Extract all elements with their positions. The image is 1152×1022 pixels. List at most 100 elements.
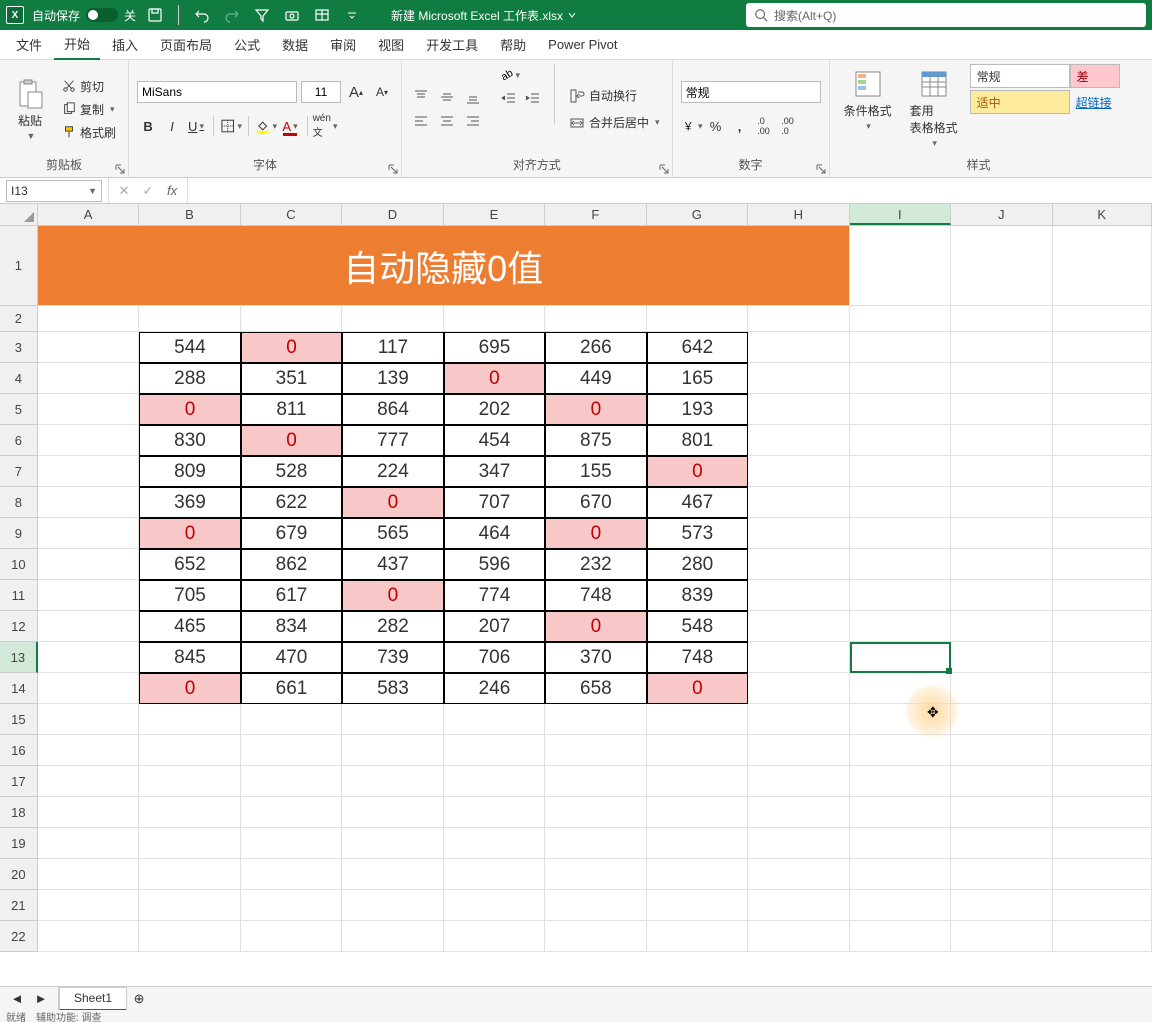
cell[interactable] bbox=[38, 921, 139, 952]
cell[interactable] bbox=[1053, 797, 1152, 828]
font-name-input[interactable] bbox=[137, 81, 297, 103]
cell[interactable] bbox=[647, 890, 748, 921]
col-header-D[interactable]: D bbox=[342, 204, 443, 225]
cell[interactable] bbox=[444, 766, 545, 797]
tab-插入[interactable]: 插入 bbox=[102, 30, 148, 60]
cell[interactable]: 661 bbox=[241, 673, 342, 704]
cell[interactable]: 0 bbox=[545, 518, 646, 549]
tab-帮助[interactable]: 帮助 bbox=[490, 30, 536, 60]
col-header-C[interactable]: C bbox=[241, 204, 342, 225]
tab-页面布局[interactable]: 页面布局 bbox=[150, 30, 222, 60]
col-header-G[interactable]: G bbox=[647, 204, 748, 225]
cell[interactable]: 0 bbox=[342, 487, 443, 518]
row-header-15[interactable]: 15 bbox=[0, 704, 38, 735]
cell[interactable] bbox=[951, 890, 1052, 921]
cell[interactable]: 155 bbox=[545, 456, 646, 487]
formula-input[interactable] bbox=[188, 178, 1152, 203]
underline-button[interactable]: U▾ bbox=[185, 115, 207, 137]
cell[interactable]: 596 bbox=[444, 549, 545, 580]
cell[interactable] bbox=[1053, 549, 1152, 580]
align-right-icon[interactable] bbox=[462, 110, 484, 132]
col-header-K[interactable]: K bbox=[1053, 204, 1152, 225]
dialog-launcher-icon[interactable] bbox=[388, 164, 398, 174]
table-format-button[interactable]: 套用 表格格式▾ bbox=[904, 64, 964, 154]
row-header-7[interactable]: 7 bbox=[0, 456, 38, 487]
increase-font-icon[interactable]: A▴ bbox=[345, 81, 367, 103]
col-header-J[interactable]: J bbox=[951, 204, 1052, 225]
cell[interactable] bbox=[1053, 580, 1152, 611]
cell[interactable] bbox=[1053, 226, 1152, 306]
cell[interactable] bbox=[1053, 766, 1152, 797]
cell[interactable] bbox=[444, 735, 545, 766]
cell[interactable]: 246 bbox=[444, 673, 545, 704]
row-header-2[interactable]: 2 bbox=[0, 306, 38, 332]
cell[interactable] bbox=[748, 363, 849, 394]
cell[interactable] bbox=[850, 766, 951, 797]
cell[interactable] bbox=[241, 766, 342, 797]
cell[interactable] bbox=[748, 673, 849, 704]
row-header-1[interactable]: 1 bbox=[0, 226, 38, 306]
cell[interactable] bbox=[748, 704, 849, 735]
cell[interactable] bbox=[444, 828, 545, 859]
cell[interactable] bbox=[1053, 921, 1152, 952]
cell[interactable] bbox=[342, 797, 443, 828]
camera-icon[interactable] bbox=[281, 4, 303, 26]
cell[interactable] bbox=[850, 735, 951, 766]
cell[interactable]: 528 bbox=[241, 456, 342, 487]
tab-数据[interactable]: 数据 bbox=[272, 30, 318, 60]
cell[interactable]: 809 bbox=[139, 456, 240, 487]
align-bottom-icon[interactable] bbox=[462, 86, 484, 108]
row-header-3[interactable]: 3 bbox=[0, 332, 38, 363]
toggle-switch[interactable] bbox=[86, 8, 118, 22]
cell[interactable] bbox=[951, 363, 1052, 394]
row-header-5[interactable]: 5 bbox=[0, 394, 38, 425]
dialog-launcher-icon[interactable] bbox=[816, 164, 826, 174]
cell[interactable] bbox=[1053, 487, 1152, 518]
row-header-20[interactable]: 20 bbox=[0, 859, 38, 890]
cell[interactable] bbox=[951, 828, 1052, 859]
cell[interactable]: 0 bbox=[545, 611, 646, 642]
row-header-21[interactable]: 21 bbox=[0, 890, 38, 921]
cell[interactable] bbox=[38, 306, 139, 332]
cell[interactable]: 864 bbox=[342, 394, 443, 425]
cell[interactable] bbox=[951, 766, 1052, 797]
cell[interactable]: 369 bbox=[139, 487, 240, 518]
cell[interactable]: 617 bbox=[241, 580, 342, 611]
cell[interactable] bbox=[748, 921, 849, 952]
cell[interactable] bbox=[647, 735, 748, 766]
cell[interactable]: 139 bbox=[342, 363, 443, 394]
cell[interactable] bbox=[748, 549, 849, 580]
align-center-icon[interactable] bbox=[436, 110, 458, 132]
cell[interactable]: 642 bbox=[647, 332, 748, 363]
cell[interactable] bbox=[342, 704, 443, 735]
cut-button[interactable]: 剪切 bbox=[58, 76, 120, 97]
cell[interactable]: 565 bbox=[342, 518, 443, 549]
cell[interactable] bbox=[38, 704, 139, 735]
row-header-16[interactable]: 16 bbox=[0, 735, 38, 766]
paste-button[interactable]: 粘贴 ▼ bbox=[8, 64, 52, 154]
table-icon[interactable] bbox=[311, 4, 333, 26]
cell[interactable] bbox=[951, 394, 1052, 425]
cell[interactable] bbox=[850, 226, 951, 306]
tab-公式[interactable]: 公式 bbox=[224, 30, 270, 60]
cell[interactable]: 705 bbox=[139, 580, 240, 611]
wrap-text-button[interactable]: 自动换行 bbox=[565, 85, 664, 106]
cell[interactable]: 0 bbox=[139, 518, 240, 549]
cell[interactable] bbox=[748, 518, 849, 549]
row-header-9[interactable]: 9 bbox=[0, 518, 38, 549]
cell[interactable]: 465 bbox=[139, 611, 240, 642]
cell[interactable] bbox=[850, 580, 951, 611]
cell[interactable] bbox=[342, 306, 443, 332]
cell[interactable]: 801 bbox=[647, 425, 748, 456]
cell[interactable] bbox=[1053, 828, 1152, 859]
cell[interactable] bbox=[1053, 363, 1152, 394]
cell[interactable] bbox=[951, 226, 1052, 306]
row-header-14[interactable]: 14 bbox=[0, 673, 38, 704]
cell[interactable]: 748 bbox=[647, 642, 748, 673]
autosave-toggle[interactable]: 自动保存 关 bbox=[32, 7, 136, 24]
cell[interactable] bbox=[850, 828, 951, 859]
increase-indent-icon[interactable] bbox=[522, 88, 544, 110]
cell[interactable] bbox=[342, 766, 443, 797]
cell[interactable] bbox=[951, 306, 1052, 332]
cell[interactable] bbox=[38, 859, 139, 890]
